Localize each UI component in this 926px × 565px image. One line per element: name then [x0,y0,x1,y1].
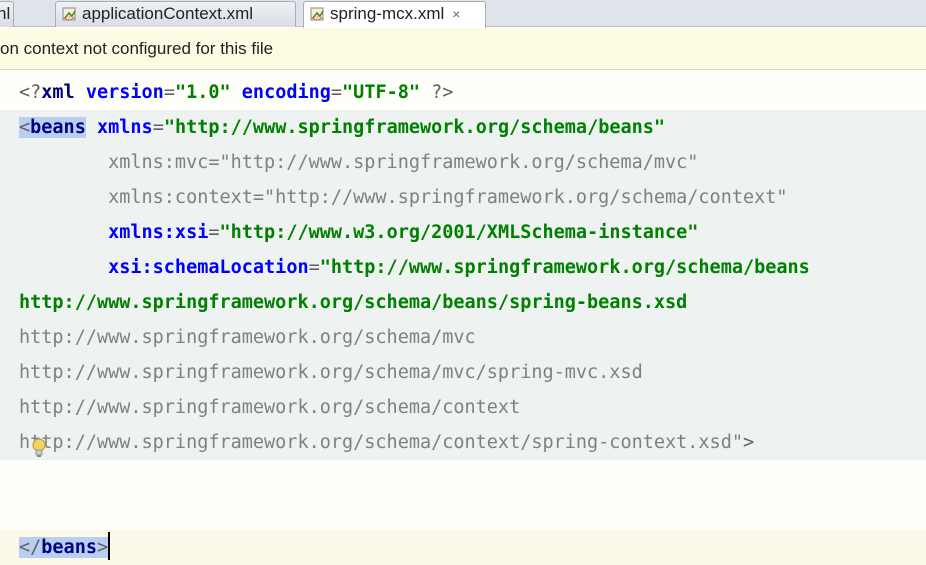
code-line[interactable]: xmlns:xsi="http://www.w3.org/2001/XMLSch… [0,215,926,250]
code-token: encoding [241,82,331,103]
code-token: http://www.springframework.org/schema/mv… [19,327,476,348]
code-line[interactable]: xmlns:mvc="http://www.springframework.or… [0,145,926,180]
notification-banner: on context not configured for this file [0,28,926,70]
code-token: xmlns:xsi [108,222,209,243]
tab-partial[interactable]: nl [0,1,14,27]
tab-label: applicationContext.xml [82,4,254,23]
code-token: "1.0" [174,82,231,103]
code-line[interactable] [0,495,926,530]
editor-tab-bar: nl </> applicationContext.xml </> spring… [0,0,926,28]
spring-xml-icon: </> [310,4,326,22]
code-token: beans [30,117,86,138]
code-token: </ [19,537,42,558]
code-token: xmlns [96,117,153,138]
code-token: ?> [420,82,454,103]
code-token: "http://www.springframework.org/schema/b… [163,117,666,138]
tab-applicationcontext[interactable]: </> applicationContext.xml [55,1,296,27]
code-token: xmlns:mvc="http://www.springframework.or… [19,152,699,173]
svg-text:</>: </> [311,15,323,21]
spring-xml-icon: </> [62,4,78,22]
code-token: > [742,432,755,453]
code-token: version [85,82,164,103]
text-caret [108,532,111,560]
code-line[interactable]: http://www.springframework.org/schema/co… [0,425,926,460]
code-token: "http://www.springframework.org/schema/b… [319,257,810,278]
code-token: beans [41,537,97,558]
code-line[interactable]: http://www.springframework.org/schema/co… [0,390,926,425]
code-line[interactable]: http://www.springframework.org/schema/mv… [0,355,926,390]
tab-spring-mcx[interactable]: </> spring-mcx.xml × [303,1,486,28]
code-token: http://www.springframework.org/schema/be… [19,292,688,313]
code-line[interactable]: <?xml version="1.0" encoding="UTF-8" ?> [0,75,926,110]
lightbulb-icon[interactable] [30,437,48,461]
code-token: = [308,257,320,278]
code-token: http://www.springframework.org/schema/co… [19,397,521,418]
code-token: = [330,82,343,103]
code-token: < [19,117,31,138]
code-line[interactable]: <beans xmlns="http://www.springframework… [0,110,926,145]
code-token: xml [41,82,86,103]
code-token: <? [19,82,42,103]
code-line[interactable]: xsi:schemaLocation="http://www.springfra… [0,250,926,285]
banner-text: on context not configured for this file [0,39,274,58]
code-token: xmlns:context="http://www.springframewor… [19,187,788,208]
svg-text:</>: </> [63,15,75,21]
code-token: xsi:schemaLocation [108,257,309,278]
code-token: http://www.springframework.org/schema/co… [19,432,743,453]
tab-label: nl [0,4,11,23]
code-token: "http://www.w3.org/2001/XMLSchema-instan… [219,222,699,243]
code-line[interactable]: xmlns:context="http://www.springframewor… [0,180,926,215]
code-line[interactable]: </beans> [0,530,926,565]
code-token: = [152,117,164,138]
code-token: = [208,222,220,243]
code-token: = [163,82,175,103]
code-line[interactable]: http://www.springframework.org/schema/mv… [0,320,926,355]
code-editor[interactable]: <?xml version="1.0" encoding="UTF-8" ?> <… [0,71,926,565]
code-line[interactable] [0,460,926,495]
code-token: > [96,537,109,558]
code-token: http://www.springframework.org/schema/mv… [19,362,643,383]
code-token: "UTF-8" [342,82,421,103]
code-line[interactable]: http://www.springframework.org/schema/be… [0,285,926,320]
tab-label: spring-mcx.xml [330,4,445,23]
close-icon[interactable]: × [452,2,460,26]
